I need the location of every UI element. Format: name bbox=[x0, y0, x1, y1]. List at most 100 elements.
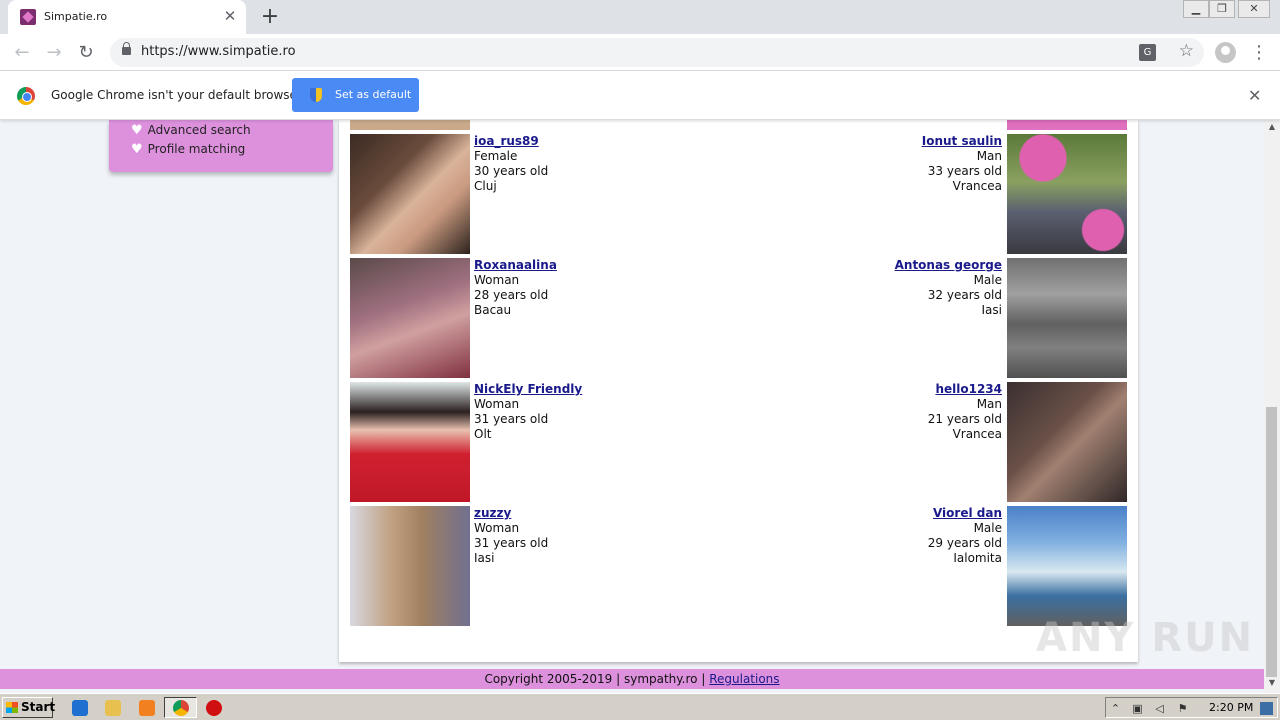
profile-photo[interactable] bbox=[350, 120, 470, 130]
browser-tab[interactable]: Simpatie.ro ✕ bbox=[8, 0, 246, 34]
profile-card-left: zuzzy Woman 31 years old Iasi bbox=[474, 506, 548, 566]
infobar-message: Google Chrome isn't your default browser bbox=[51, 88, 302, 102]
new-tab-button[interactable]: + bbox=[256, 4, 284, 30]
profile-age: 31 years old bbox=[474, 536, 549, 550]
scroll-down-arrow-icon[interactable]: ▼ bbox=[1264, 678, 1280, 690]
profile-city: Iasi bbox=[981, 303, 1002, 317]
profile-card-right: Viorel dan Male 29 years old Ialomita bbox=[928, 506, 1002, 566]
tab-title: Simpatie.ro bbox=[44, 10, 108, 23]
profile-gender: Woman bbox=[474, 521, 520, 535]
profile-photo[interactable] bbox=[350, 382, 470, 502]
profile-photo[interactable] bbox=[350, 506, 470, 626]
tab-close-icon[interactable]: ✕ bbox=[222, 8, 238, 24]
heart-icon: ♥ bbox=[131, 123, 143, 138]
page-viewport: ♥ Advanced search ♥ Profile matching ioa_r… bbox=[0, 120, 1264, 693]
profile-photo[interactable] bbox=[1007, 258, 1127, 378]
heart-icon: ♥ bbox=[131, 142, 143, 157]
profile-city: Ialomita bbox=[953, 551, 1002, 565]
clock[interactable]: 2:20 PM bbox=[1209, 701, 1253, 714]
restore-button[interactable]: ❐ bbox=[1209, 0, 1235, 18]
url-text[interactable]: https://www.simpatie.ro bbox=[141, 44, 296, 59]
set-as-default-button[interactable]: Set as default bbox=[292, 78, 419, 112]
sidebar-link-profile-matching[interactable]: ♥ Profile matching bbox=[131, 142, 245, 157]
sidebar-link-advanced-search[interactable]: ♥ Advanced search bbox=[131, 123, 251, 138]
chrome-menu-icon[interactable]: ⋮ bbox=[1250, 41, 1268, 65]
profiles-panel: ioa_rus89 Female 30 years old Cluj Ionut… bbox=[339, 120, 1138, 662]
profile-photo[interactable] bbox=[350, 134, 470, 254]
profile-city: Iasi bbox=[474, 551, 495, 565]
set-as-default-label: Set as default bbox=[335, 88, 412, 101]
action-center-flag-icon[interactable]: ⚑ bbox=[1176, 702, 1189, 715]
profile-city: Cluj bbox=[474, 179, 497, 193]
profile-age: 33 years old bbox=[927, 164, 1002, 178]
profile-gender: Male bbox=[973, 521, 1002, 535]
profile-age: 30 years old bbox=[474, 164, 549, 178]
ie-icon[interactable] bbox=[72, 700, 88, 716]
scroll-thumb[interactable] bbox=[1266, 407, 1277, 677]
profile-photo[interactable] bbox=[1007, 506, 1127, 626]
windows-taskbar: Start ⌃ ▣ ◁ ⚑ 2:20 PM bbox=[0, 693, 1280, 720]
minimize-button[interactable]: ▁ bbox=[1183, 0, 1209, 18]
profile-card-left: Roxanaalina Woman 28 years old Bacau bbox=[474, 258, 557, 318]
profile-name-link[interactable]: NickEly Friendly bbox=[474, 382, 582, 397]
lock-icon[interactable] bbox=[122, 42, 131, 55]
regulations-link[interactable]: Regulations bbox=[709, 672, 779, 686]
profile-gender: Male bbox=[973, 273, 1002, 287]
tray-expand-icon[interactable]: ⌃ bbox=[1109, 702, 1122, 715]
window-close-button[interactable]: ✕ bbox=[1238, 0, 1270, 18]
page-scrollbar[interactable]: ▲ ▼ bbox=[1264, 120, 1280, 693]
system-tray: ⌃ ▣ ◁ ⚑ 2:20 PM bbox=[1105, 697, 1278, 718]
profile-city: Vrancea bbox=[952, 179, 1002, 193]
tab-strip: Simpatie.ro ✕ + ▁ ❐ ✕ bbox=[0, 0, 1280, 34]
profile-photo[interactable] bbox=[1007, 134, 1127, 254]
profile-photo[interactable] bbox=[350, 258, 470, 378]
reload-button[interactable]: ↻ bbox=[74, 41, 98, 65]
sidebar-link-label: Advanced search bbox=[147, 123, 251, 137]
profile-gender: Man bbox=[976, 397, 1002, 411]
profile-city: Bacau bbox=[474, 303, 512, 317]
profile-name-link[interactable]: zuzzy bbox=[474, 506, 548, 521]
taskbar-chrome-button[interactable] bbox=[164, 697, 197, 718]
start-button[interactable]: Start bbox=[2, 697, 55, 718]
profile-photo[interactable] bbox=[1007, 382, 1127, 502]
explorer-folder-icon[interactable] bbox=[105, 700, 121, 716]
forward-button[interactable]: → bbox=[42, 41, 66, 65]
profile-gender: Man bbox=[976, 149, 1002, 163]
profile-name-link[interactable]: Antonas george bbox=[895, 258, 1002, 273]
page-footer: Copyright 2005-2019 | sympathy.ro | Regu… bbox=[0, 669, 1264, 689]
translate-icon[interactable]: G bbox=[1139, 44, 1156, 61]
media-player-icon[interactable] bbox=[139, 700, 155, 716]
profile-age: 32 years old bbox=[927, 288, 1002, 302]
back-button[interactable]: ← bbox=[10, 41, 34, 65]
profile-avatar-icon[interactable] bbox=[1215, 42, 1236, 63]
profile-card-left: ioa_rus89 Female 30 years old Cluj bbox=[474, 134, 548, 194]
address-bar[interactable]: https://www.simpatie.ro G ☆ bbox=[110, 38, 1204, 67]
chrome-icon bbox=[173, 700, 189, 716]
show-desktop-icon[interactable] bbox=[1260, 702, 1273, 715]
sidebar-menu: ♥ Advanced search ♥ Profile matching bbox=[109, 120, 333, 172]
profile-card-left: NickEly Friendly Woman 31 years old Olt bbox=[474, 382, 582, 442]
sidebar-link-label: Profile matching bbox=[147, 142, 246, 156]
profile-card-right: hello1234 Man 21 years old Vrancea bbox=[928, 382, 1002, 442]
browser-toolbar: ← → ↻ https://www.simpatie.ro G ☆ ⋮ bbox=[0, 34, 1280, 71]
anyrun-watermark: ANY RUN bbox=[1036, 615, 1255, 661]
volume-icon[interactable]: ◁ bbox=[1153, 702, 1166, 715]
profile-age: 29 years old bbox=[927, 536, 1002, 550]
profile-name-link[interactable]: Viorel dan bbox=[928, 506, 1002, 521]
opera-icon[interactable] bbox=[206, 700, 222, 716]
scroll-up-arrow-icon[interactable]: ▲ bbox=[1264, 122, 1280, 134]
bookmark-star-icon[interactable]: ☆ bbox=[1179, 41, 1194, 61]
profile-age: 21 years old bbox=[927, 412, 1002, 426]
profile-city: Vrancea bbox=[952, 427, 1002, 441]
profile-name-link[interactable]: Roxanaalina bbox=[474, 258, 557, 273]
profile-photo[interactable] bbox=[1007, 120, 1127, 130]
profile-name-link[interactable]: ioa_rus89 bbox=[474, 134, 548, 149]
profile-age: 28 years old bbox=[474, 288, 549, 302]
profile-gender: Female bbox=[474, 149, 518, 163]
profile-age: 31 years old bbox=[474, 412, 549, 426]
profile-card-right: Ionut saulin Man 33 years old Vrancea bbox=[922, 134, 1002, 194]
profile-name-link[interactable]: Ionut saulin bbox=[922, 134, 1002, 149]
profile-name-link[interactable]: hello1234 bbox=[928, 382, 1002, 397]
infobar-close-icon[interactable]: ✕ bbox=[1248, 86, 1261, 105]
network-icon[interactable]: ▣ bbox=[1131, 702, 1144, 715]
